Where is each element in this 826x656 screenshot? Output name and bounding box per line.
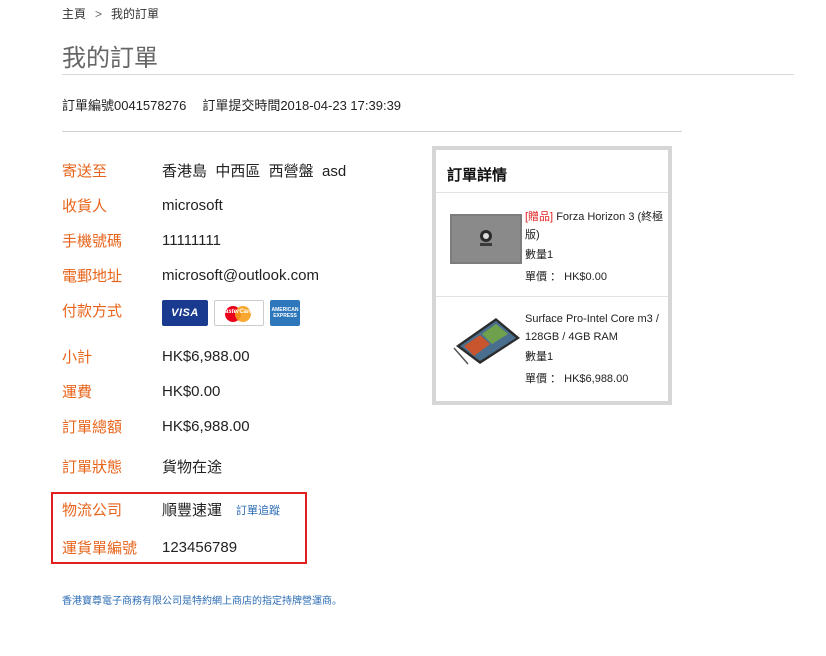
footer-note: 香港寶尊電子商務有限公司是特約網上商店的指定持牌營運商。 — [62, 596, 342, 607]
item-price-label: 單價 ： — [525, 373, 562, 385]
shipping-row: 運費 HK$0.00 — [62, 381, 220, 402]
mastercard-icon: MasterCard — [214, 300, 264, 326]
order-number: 訂單編號0041578276 — [62, 98, 187, 113]
phone-label: 手機號碼 — [62, 233, 123, 250]
item-title[interactable]: Surface Pro-Intel Core m3 / 128GB / 4GB … — [525, 310, 665, 346]
total-row: 訂單總額 HK$6,988.00 — [62, 416, 250, 437]
item-info: [贈品] Forza Horizon 3 (終極版) 數量1 單價 ： HK$0… — [525, 208, 665, 286]
item-price-label: 單價 ： — [525, 271, 562, 283]
page-title: 我的訂單 — [62, 45, 158, 72]
visa-icon: VISA — [162, 300, 208, 326]
item-quantity: 數量1 — [525, 351, 554, 363]
breadcrumb: 主頁 > 我的訂單 — [62, 5, 159, 22]
amex-icon: AMERICAN EXPRESS — [270, 300, 300, 326]
status-row: 訂單狀態 貨物在途 — [62, 456, 222, 477]
total-value: HK$6,988.00 — [162, 418, 250, 435]
order-item[interactable]: [贈品] Forza Horizon 3 (終極版) 數量1 單價 ： HK$0… — [436, 202, 668, 294]
recipient-row: 收貨人 microsoft — [62, 195, 223, 216]
payment-icons: VISA MasterCard AMERICAN EXPRESS — [162, 300, 300, 326]
recipient-value: microsoft — [162, 197, 223, 214]
shipping-label: 運費 — [62, 384, 93, 401]
order-detail-panel: 訂單詳情 [贈品] Forza Horizon 3 (終極版) 數量1 單價 ：… — [432, 146, 672, 405]
recipient-label: 收貨人 — [62, 198, 108, 215]
status-label: 訂單狀態 — [62, 459, 123, 476]
subtotal-row: 小計 HK$6,988.00 — [62, 346, 250, 367]
surface-product-thumbnail[interactable] — [450, 312, 522, 368]
breadcrumb-separator: > — [95, 7, 103, 21]
item-info: Surface Pro-Intel Core m3 / 128GB / 4GB … — [525, 310, 665, 388]
meta-divider — [62, 131, 682, 132]
payment-label: 付款方式 — [62, 303, 123, 320]
total-label: 訂單總額 — [62, 419, 123, 436]
subtotal-label: 小計 — [62, 349, 93, 366]
detail-divider — [436, 192, 668, 193]
item-quantity: 數量1 — [525, 249, 554, 261]
phone-row: 手機號碼 11111111 — [62, 230, 221, 251]
breadcrumb-current[interactable]: 我的訂單 — [111, 7, 159, 21]
subtotal-value: HK$6,988.00 — [162, 348, 250, 365]
ship-to-label: 寄送至 — [62, 163, 108, 180]
title-divider — [62, 74, 794, 75]
status-value: 貨物在途 — [162, 459, 223, 476]
email-row: 電郵地址 microsoft@outlook.com — [62, 265, 319, 286]
item-divider — [436, 296, 668, 297]
gift-tag: [贈品] — [525, 211, 554, 223]
item-price: HK$0.00 — [564, 271, 607, 283]
item-title[interactable]: [贈品] Forza Horizon 3 (終極版) — [525, 208, 665, 244]
order-submitted-time: 訂單提交時間2018-04-23 17:39:39 — [202, 98, 402, 113]
payment-row: 付款方式 VISA MasterCard AMERICAN EXPRESS — [62, 300, 300, 326]
highlight-box — [51, 492, 307, 564]
breadcrumb-home-link[interactable]: 主頁 — [62, 7, 86, 21]
phone-value: 11111111 — [162, 232, 221, 249]
order-item[interactable]: Surface Pro-Intel Core m3 / 128GB / 4GB … — [436, 304, 668, 396]
email-value: microsoft@outlook.com — [162, 267, 319, 284]
mastercard-text: MasterCard — [220, 309, 254, 315]
ship-to-value: 香港島 中西區 西營盤 asd — [162, 163, 347, 180]
item-price-line: 單價 ： HK$0.00 — [525, 268, 665, 286]
forza-product-thumbnail[interactable] — [450, 212, 522, 268]
shipping-value: HK$0.00 — [162, 383, 221, 400]
order-detail-title: 訂單詳情 — [447, 167, 508, 184]
order-meta: 訂單編號0041578276 訂單提交時間2018-04-23 17:39:39 — [62, 95, 401, 114]
ship-to-row: 寄送至 香港島 中西區 西營盤 asd — [62, 160, 346, 181]
email-label: 電郵地址 — [62, 268, 123, 285]
item-name: Surface Pro-Intel Core m3 / 128GB / 4GB … — [525, 313, 659, 343]
item-price-line: 單價 ： HK$6,988.00 — [525, 370, 665, 388]
item-price: HK$6,988.00 — [564, 373, 629, 385]
